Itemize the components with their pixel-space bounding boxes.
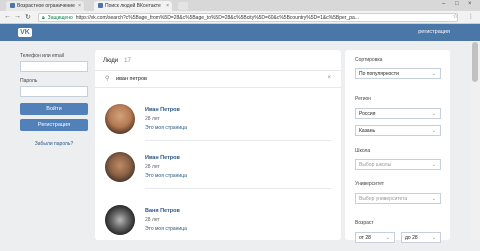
vk-logo[interactable]: VK [18, 28, 32, 37]
url-text: https://vk.com/search?c%5Bage_from%5D=28… [75, 15, 359, 21]
browser-tab[interactable]: Возрастное ограничение × [6, 1, 84, 11]
person-name[interactable]: Ваня Петров [145, 208, 180, 214]
browser-tab-bar: Возрастное ограничение × Поиск людей ВКо… [0, 0, 480, 11]
my-page-link[interactable]: Это моя страница [145, 125, 187, 131]
age-to-select[interactable]: до 28 ⌄ [401, 232, 441, 243]
my-page-link[interactable]: Это моя страница [145, 226, 187, 232]
scrollbar-thumb[interactable] [472, 42, 478, 82]
divider [95, 87, 341, 88]
new-tab-button[interactable] [178, 2, 188, 10]
person-age: 28 лет [145, 164, 160, 170]
list-item: Иван Петров 28 лет Это моя страница [95, 104, 341, 150]
divider [145, 140, 331, 141]
country-select[interactable]: Россия ⌄ [355, 108, 441, 119]
list-item: Иван Петров 28 лет Это моя страница [95, 152, 341, 198]
sort-label: Сортировка [355, 57, 383, 63]
city-value: Казань [359, 128, 376, 134]
address-bar: ← → ↻ 🔒︎ Защищено https://vk.com/search?c%… [0, 11, 480, 24]
school-select[interactable]: Выбор школы ⌄ [355, 159, 441, 170]
avatar[interactable] [105, 152, 135, 182]
list-item: Ваня Петров 28 лет Это моя страница [95, 205, 341, 251]
email-label: Телефон или email [20, 53, 64, 59]
divider [145, 188, 331, 189]
chevron-down-icon: ⌄ [431, 196, 436, 202]
vk-favicon-icon [98, 3, 103, 9]
age-to-value: до 28 [405, 235, 418, 241]
close-icon[interactable]: × [78, 3, 81, 9]
tab-label: Поиск людей ВКонтакте [105, 3, 161, 9]
sort-value: По популярности [359, 71, 399, 77]
site-header: VK регистрация [0, 24, 480, 41]
region-label: Регион [355, 96, 372, 102]
person-name[interactable]: Иван Петров [145, 107, 180, 113]
close-icon[interactable]: × [166, 3, 169, 9]
lock-icon: 🔒︎ [42, 15, 45, 21]
search-results-panel: Люди 17 ⚲ иван петров × Иван Петров 28 ле… [95, 50, 341, 240]
register-button[interactable]: Регистрация [20, 119, 88, 131]
school-label: Школа [355, 148, 371, 154]
filters-panel: Сортировка По популярности ⌄ Регион Росс… [345, 50, 450, 243]
password-field[interactable] [20, 86, 88, 97]
register-link[interactable]: регистрация [418, 29, 450, 35]
city-select[interactable]: Казань ⌄ [355, 125, 441, 136]
secure-label: Защищено [47, 15, 73, 21]
age-label: Возраст [355, 220, 374, 226]
divider [95, 70, 341, 71]
person-name[interactable]: Иван Петров [145, 155, 180, 161]
search-input[interactable]: иван петров [116, 76, 147, 82]
browser-menu-icon[interactable]: ⋮ [468, 13, 474, 20]
bookmark-star-icon[interactable]: ☆ [453, 13, 458, 20]
vk-favicon-icon [10, 3, 15, 9]
age-from-value: от 28 [359, 235, 371, 241]
reload-icon[interactable]: ↻ [25, 13, 31, 21]
my-page-link[interactable]: Это моя страница [145, 173, 187, 179]
browser-tab-active[interactable]: Поиск людей ВКонтакте × [94, 1, 172, 11]
chevron-down-icon: ⌄ [431, 162, 436, 168]
results-count: 17 [124, 58, 131, 64]
school-placeholder: Выбор школы [359, 162, 392, 168]
minimize-icon[interactable]: – [442, 1, 445, 7]
chevron-down-icon: ⌄ [385, 235, 390, 241]
chevron-down-icon: ⌄ [431, 111, 436, 117]
tab-label: Возрастное ограничение [17, 3, 75, 9]
close-window-icon[interactable]: × [468, 1, 472, 7]
clear-icon[interactable]: × [327, 75, 331, 81]
forward-icon[interactable]: → [14, 13, 21, 20]
chevron-down-icon: ⌄ [431, 235, 436, 241]
university-label: Университет [355, 181, 385, 187]
forgot-password-link[interactable]: Забыли пароль? [20, 141, 88, 147]
country-value: Россия [359, 111, 376, 117]
password-label: Пароль [20, 78, 38, 84]
avatar[interactable] [105, 205, 135, 235]
email-field[interactable] [20, 61, 88, 72]
age-from-select[interactable]: от 28 ⌄ [355, 232, 395, 243]
chevron-down-icon: ⌄ [431, 71, 436, 77]
university-placeholder: Выбор университета [359, 196, 408, 202]
person-age: 28 лет [145, 217, 160, 223]
search-icon: ⚲ [105, 76, 110, 82]
login-button[interactable]: Войти [20, 103, 88, 115]
avatar[interactable] [105, 104, 135, 134]
person-age: 28 лет [145, 116, 160, 122]
results-title: Люди [103, 58, 119, 64]
maximize-icon[interactable]: □ [455, 1, 459, 7]
sort-select[interactable]: По популярности ⌄ [355, 68, 441, 79]
university-select[interactable]: Выбор университета ⌄ [355, 193, 441, 204]
login-panel: Телефон или email Пароль Войти Регистрац… [20, 53, 88, 147]
search-bar[interactable]: ⚲ иван петров × [95, 72, 341, 86]
url-field[interactable]: 🔒︎ Защищено https://vk.com/search?c%5Bage_… [38, 13, 458, 22]
back-icon[interactable]: ← [4, 13, 11, 20]
results-header: Люди 17 [103, 58, 131, 64]
chevron-down-icon: ⌄ [431, 128, 436, 134]
